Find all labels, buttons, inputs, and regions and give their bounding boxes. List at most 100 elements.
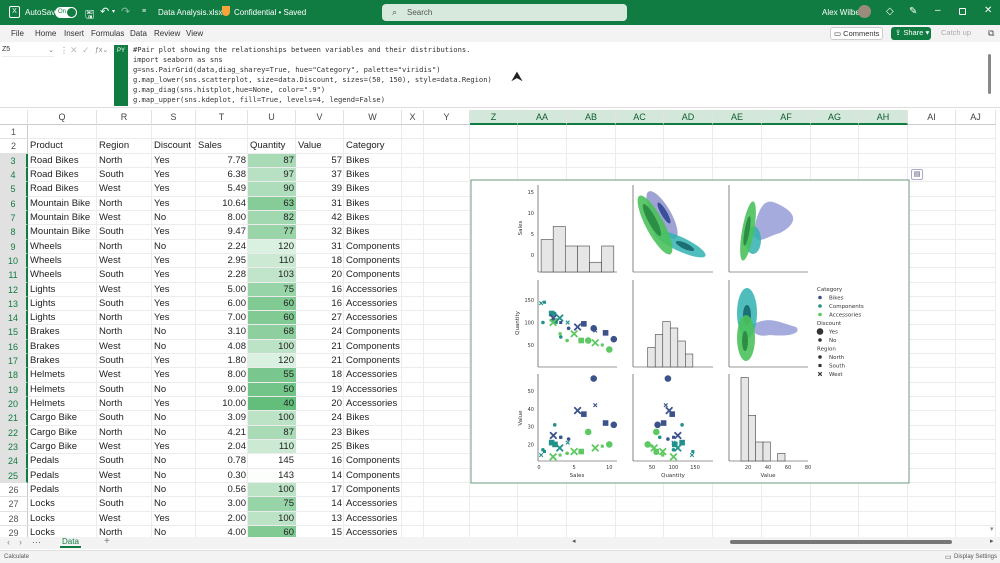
sales-cell[interactable]: 2.04 bbox=[196, 440, 248, 454]
quantity-cell[interactable]: 100 bbox=[248, 483, 296, 497]
product-cell[interactable]: Brakes bbox=[28, 325, 103, 339]
product-cell[interactable]: Road Bikes bbox=[28, 168, 103, 182]
menu-home[interactable]: Home bbox=[35, 29, 56, 38]
discount-cell[interactable]: Yes bbox=[152, 197, 196, 211]
discount-cell[interactable]: No bbox=[152, 454, 196, 468]
product-cell[interactable]: Wheels bbox=[28, 240, 103, 254]
discount-cell[interactable]: No bbox=[152, 426, 196, 440]
sales-cell[interactable]: 2.00 bbox=[196, 512, 248, 526]
quantity-cell[interactable]: 110 bbox=[248, 440, 296, 454]
product-cell[interactable]: Helmets bbox=[28, 368, 103, 382]
formula-scrollbar[interactable] bbox=[988, 44, 994, 106]
column-header-ac[interactable]: AC bbox=[616, 110, 664, 125]
region-cell[interactable]: West bbox=[97, 440, 152, 454]
quantity-cell[interactable]: 120 bbox=[248, 354, 296, 368]
diamond-icon[interactable]: ◇ bbox=[886, 6, 894, 17]
product-cell[interactable]: Lights bbox=[28, 297, 103, 311]
column-header-aa[interactable]: AA bbox=[518, 110, 567, 125]
python-formula-icon[interactable]: ƒx⌄ bbox=[95, 46, 108, 54]
pen-icon[interactable]: ✎ bbox=[909, 6, 917, 17]
column-header-ah[interactable]: AH bbox=[859, 110, 908, 125]
sheet-tab-data[interactable]: Data bbox=[60, 537, 81, 548]
enter-icon[interactable]: ✓ bbox=[82, 45, 90, 56]
value-cell[interactable]: 16 bbox=[296, 297, 344, 311]
column-header-ae[interactable]: AE bbox=[713, 110, 762, 125]
quantity-cell[interactable]: 63 bbox=[248, 196, 296, 210]
category-cell[interactable]: Accessories bbox=[344, 497, 402, 511]
python-code-editor[interactable]: #Pair plot showing the relationships bet… bbox=[133, 45, 492, 105]
header-cell[interactable]: Region bbox=[97, 139, 152, 153]
row-header[interactable]: 12 bbox=[0, 282, 28, 297]
chart-options-icon[interactable]: ▤ bbox=[911, 169, 923, 180]
category-cell[interactable]: Accessories bbox=[344, 368, 402, 382]
category-cell[interactable]: Components bbox=[344, 240, 402, 254]
category-cell[interactable]: Accessories bbox=[344, 397, 402, 411]
discount-cell[interactable]: Yes bbox=[152, 268, 196, 282]
column-header-ag[interactable]: AG bbox=[811, 110, 859, 125]
row-header[interactable]: 28 bbox=[0, 511, 28, 526]
category-cell[interactable]: Components bbox=[344, 354, 402, 368]
product-cell[interactable]: Pedals bbox=[28, 469, 103, 483]
sales-cell[interactable]: 8.00 bbox=[196, 211, 248, 225]
region-cell[interactable]: North bbox=[97, 311, 152, 325]
value-cell[interactable]: 15 bbox=[296, 526, 344, 537]
header-cell[interactable]: Value bbox=[296, 139, 344, 153]
quantity-cell[interactable]: 110 bbox=[248, 253, 296, 268]
row-header[interactable]: 11 bbox=[0, 268, 28, 283]
value-cell[interactable]: 39 bbox=[296, 182, 344, 196]
row-header[interactable]: 2 bbox=[0, 139, 28, 154]
row-header[interactable]: 10 bbox=[0, 253, 28, 269]
quantity-cell[interactable]: 75 bbox=[248, 497, 296, 511]
display-settings-button[interactable]: Display Settings bbox=[954, 554, 997, 560]
product-cell[interactable]: Pedals bbox=[28, 483, 103, 497]
row-header[interactable]: 18 bbox=[0, 368, 28, 383]
save-icon[interactable]: 🖫 bbox=[85, 6, 94, 25]
menu-formulas[interactable]: Formulas bbox=[91, 29, 124, 38]
discount-cell[interactable]: Yes bbox=[152, 297, 196, 311]
quantity-cell[interactable]: 75 bbox=[248, 282, 296, 296]
value-cell[interactable]: 16 bbox=[296, 454, 344, 468]
product-cell[interactable]: Locks bbox=[28, 497, 103, 511]
quantity-cell[interactable]: 100 bbox=[248, 511, 296, 525]
product-cell[interactable]: Brakes bbox=[28, 340, 103, 354]
category-cell[interactable]: Components bbox=[344, 325, 402, 339]
column-header-v[interactable]: V bbox=[296, 110, 344, 125]
quantity-cell[interactable]: 143 bbox=[248, 468, 296, 482]
sales-cell[interactable]: 0.30 bbox=[196, 469, 248, 483]
value-cell[interactable]: 18 bbox=[296, 254, 344, 268]
customize-toolbar-icon[interactable]: ≡ bbox=[142, 8, 146, 15]
discount-cell[interactable]: No bbox=[152, 411, 196, 425]
value-cell[interactable]: 21 bbox=[296, 354, 344, 368]
redo-icon[interactable]: ↷ bbox=[121, 5, 130, 18]
region-cell[interactable]: West bbox=[97, 283, 152, 297]
quantity-cell[interactable]: 97 bbox=[248, 167, 296, 182]
user-name[interactable]: Alex Wilber bbox=[822, 8, 862, 17]
value-cell[interactable]: 20 bbox=[296, 268, 344, 282]
quantity-cell[interactable]: 40 bbox=[248, 397, 296, 411]
value-cell[interactable]: 13 bbox=[296, 512, 344, 526]
horizontal-scrollbar[interactable] bbox=[580, 540, 985, 546]
row-header[interactable]: 23 bbox=[0, 440, 28, 455]
scroll-right-icon[interactable]: ▸ bbox=[990, 537, 994, 545]
category-cell[interactable]: Accessories bbox=[344, 311, 402, 325]
menu-review[interactable]: Review bbox=[154, 29, 180, 38]
discount-cell[interactable]: Yes bbox=[152, 182, 196, 196]
category-cell[interactable]: Bikes bbox=[344, 211, 402, 225]
sales-cell[interactable]: 8.00 bbox=[196, 368, 248, 382]
row-header[interactable]: 4 bbox=[0, 167, 28, 183]
product-cell[interactable]: Wheels bbox=[28, 254, 103, 268]
discount-cell[interactable]: No bbox=[152, 240, 196, 254]
value-cell[interactable]: 24 bbox=[296, 325, 344, 339]
product-cell[interactable]: Wheels bbox=[28, 268, 103, 282]
region-cell[interactable]: North bbox=[97, 240, 152, 254]
quantity-cell[interactable]: 68 bbox=[248, 325, 296, 339]
discount-cell[interactable]: No bbox=[152, 383, 196, 397]
quantity-cell[interactable]: 87 bbox=[248, 153, 296, 167]
product-cell[interactable]: Locks bbox=[28, 512, 103, 526]
region-cell[interactable]: South bbox=[97, 168, 152, 182]
product-cell[interactable]: Helmets bbox=[28, 383, 103, 397]
next-sheet-icon[interactable]: › bbox=[19, 537, 22, 547]
category-cell[interactable]: Bikes bbox=[344, 440, 402, 454]
quantity-cell[interactable]: 87 bbox=[248, 425, 296, 440]
region-cell[interactable]: West bbox=[97, 340, 152, 354]
